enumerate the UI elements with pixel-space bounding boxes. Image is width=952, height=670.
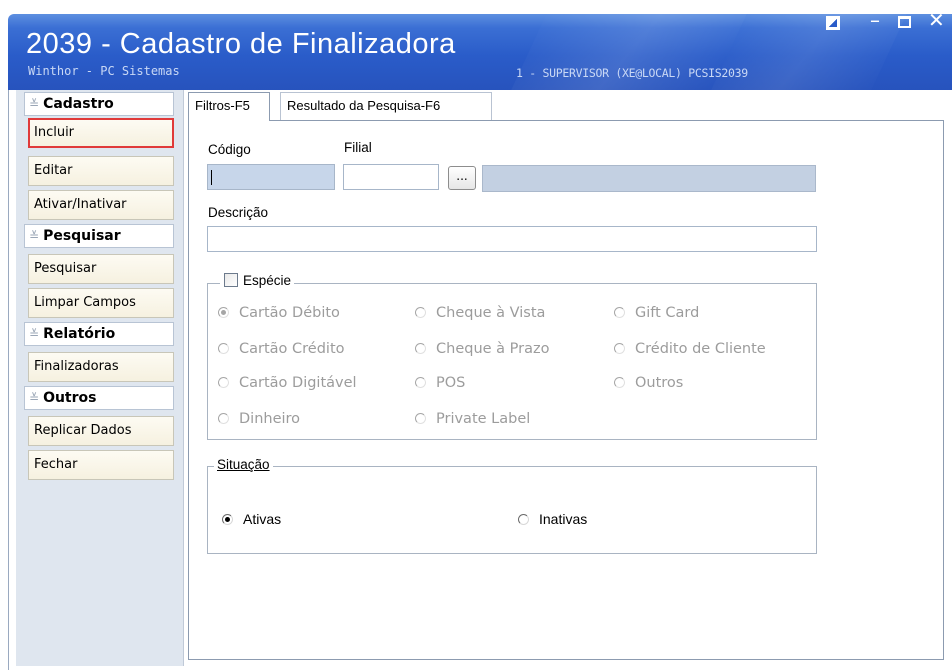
section-cadastro[interactable]: ≚ Cadastro [24,92,174,116]
radio-inativas[interactable]: Inativas [518,511,587,527]
radio-dot [218,377,229,388]
close-button[interactable]: ✕ [928,10,945,30]
radio-private-label: Private Label [415,411,530,427]
incluir-button[interactable]: Incluir [28,118,174,148]
replicar-dados-button[interactable]: Replicar Dados [28,416,174,446]
section-title: Pesquisar [43,228,121,244]
radio-cheque-a-prazo: Cheque à Prazo [415,341,549,357]
radio-dot [614,377,625,388]
descricao-input[interactable] [207,226,817,252]
radio-label: Dinheiro [239,411,301,427]
minimize-button[interactable]: – [870,10,880,30]
radio-dot [222,514,233,525]
radio-label: Cartão Digitável [239,375,357,391]
tab-filtros[interactable]: Filtros-F5 [188,92,270,121]
radio-label: Ativas [243,511,282,527]
radio-dinheiro: Dinheiro [218,411,300,427]
window-subtitle: Winthor - PC Sistemas [28,64,180,78]
radio-dot [415,343,426,354]
pesquisar-button[interactable]: Pesquisar [28,254,174,284]
radio-dot [415,307,426,318]
radio-gift-card: Gift Card [614,305,699,321]
radio-pos: POS [415,375,465,391]
section-title: Cadastro [43,96,114,112]
section-relatorio[interactable]: ≚ Relatório [24,322,174,346]
descricao-label: Descrição [208,205,269,220]
especie-legend-label: Espécie [243,273,292,288]
situacao-group [207,466,817,554]
window-title: 2039 - Cadastro de Finalizadora [26,28,456,60]
restore-custom-icon[interactable] [826,16,840,30]
especie-checkbox[interactable] [224,273,238,287]
app-window: 2039 - Cadastro de Finalizadora Winthor … [0,0,952,670]
filial-label: Filial [344,140,372,155]
radio-dot [614,307,625,318]
finalizadoras-report-button[interactable]: Finalizadoras [28,352,174,382]
radio-label: Crédito de Cliente [635,341,766,357]
radio-label: Cheque à Prazo [436,341,550,357]
situacao-legend: Situação [214,457,273,472]
radio-cartao-credito: Cartão Crédito [218,341,345,357]
radio-dot [218,307,229,318]
codigo-input[interactable] [207,164,335,190]
chevron-collapse-icon: ≚ [29,229,40,243]
editar-button[interactable]: Editar [28,156,174,186]
fechar-button[interactable]: Fechar [28,450,174,480]
radio-cheque-a-vista: Cheque à Vista [415,305,545,321]
maximize-icon[interactable] [898,16,911,28]
limpar-campos-button[interactable]: Limpar Campos [28,288,174,318]
radio-cartao-digitavel: Cartão Digitável [218,375,357,391]
radio-label: Cartão Débito [239,305,340,321]
radio-label: Cartão Crédito [239,341,345,357]
radio-label: Gift Card [635,305,700,321]
title-bar: 2039 - Cadastro de Finalizadora Winthor … [8,14,952,90]
radio-ativas[interactable]: Ativas [222,511,281,527]
user-info: 1 - SUPERVISOR (XE@LOCAL) PCSIS2039 [516,66,748,80]
radio-dot [218,343,229,354]
chevron-collapse-icon: ≚ [29,327,40,341]
radio-label: Inativas [539,511,588,527]
radio-credito-de-cliente: Crédito de Cliente [614,341,766,357]
text-caret [211,170,212,185]
section-pesquisar[interactable]: ≚ Pesquisar [24,224,174,248]
radio-dot [415,413,426,424]
radio-cartao-debito: Cartão Débito [218,305,340,321]
section-title: Relatório [43,326,116,342]
especie-legend: Espécie [220,273,295,288]
ativar-inativar-button[interactable]: Ativar/Inativar [28,190,174,220]
radio-dot [614,343,625,354]
section-outros[interactable]: ≚ Outros [24,386,174,410]
radio-outros: Outros [614,375,683,391]
radio-label: POS [436,375,466,391]
radio-label: Private Label [436,411,531,427]
codigo-label: Código [208,142,251,157]
section-title: Outros [43,390,97,406]
radio-dot [415,377,426,388]
radio-label: Outros [635,375,684,391]
chevron-collapse-icon: ≚ [29,391,40,405]
radio-dot [518,514,529,525]
tab-resultado-pesquisa[interactable]: Resultado da Pesquisa-F6 [280,92,492,120]
filial-description-field [482,165,816,192]
radio-label: Cheque à Vista [436,305,546,321]
chevron-collapse-icon: ≚ [29,97,40,111]
filial-lookup-button[interactable]: ... [448,166,476,190]
filial-input[interactable] [343,164,439,190]
radio-dot [218,413,229,424]
